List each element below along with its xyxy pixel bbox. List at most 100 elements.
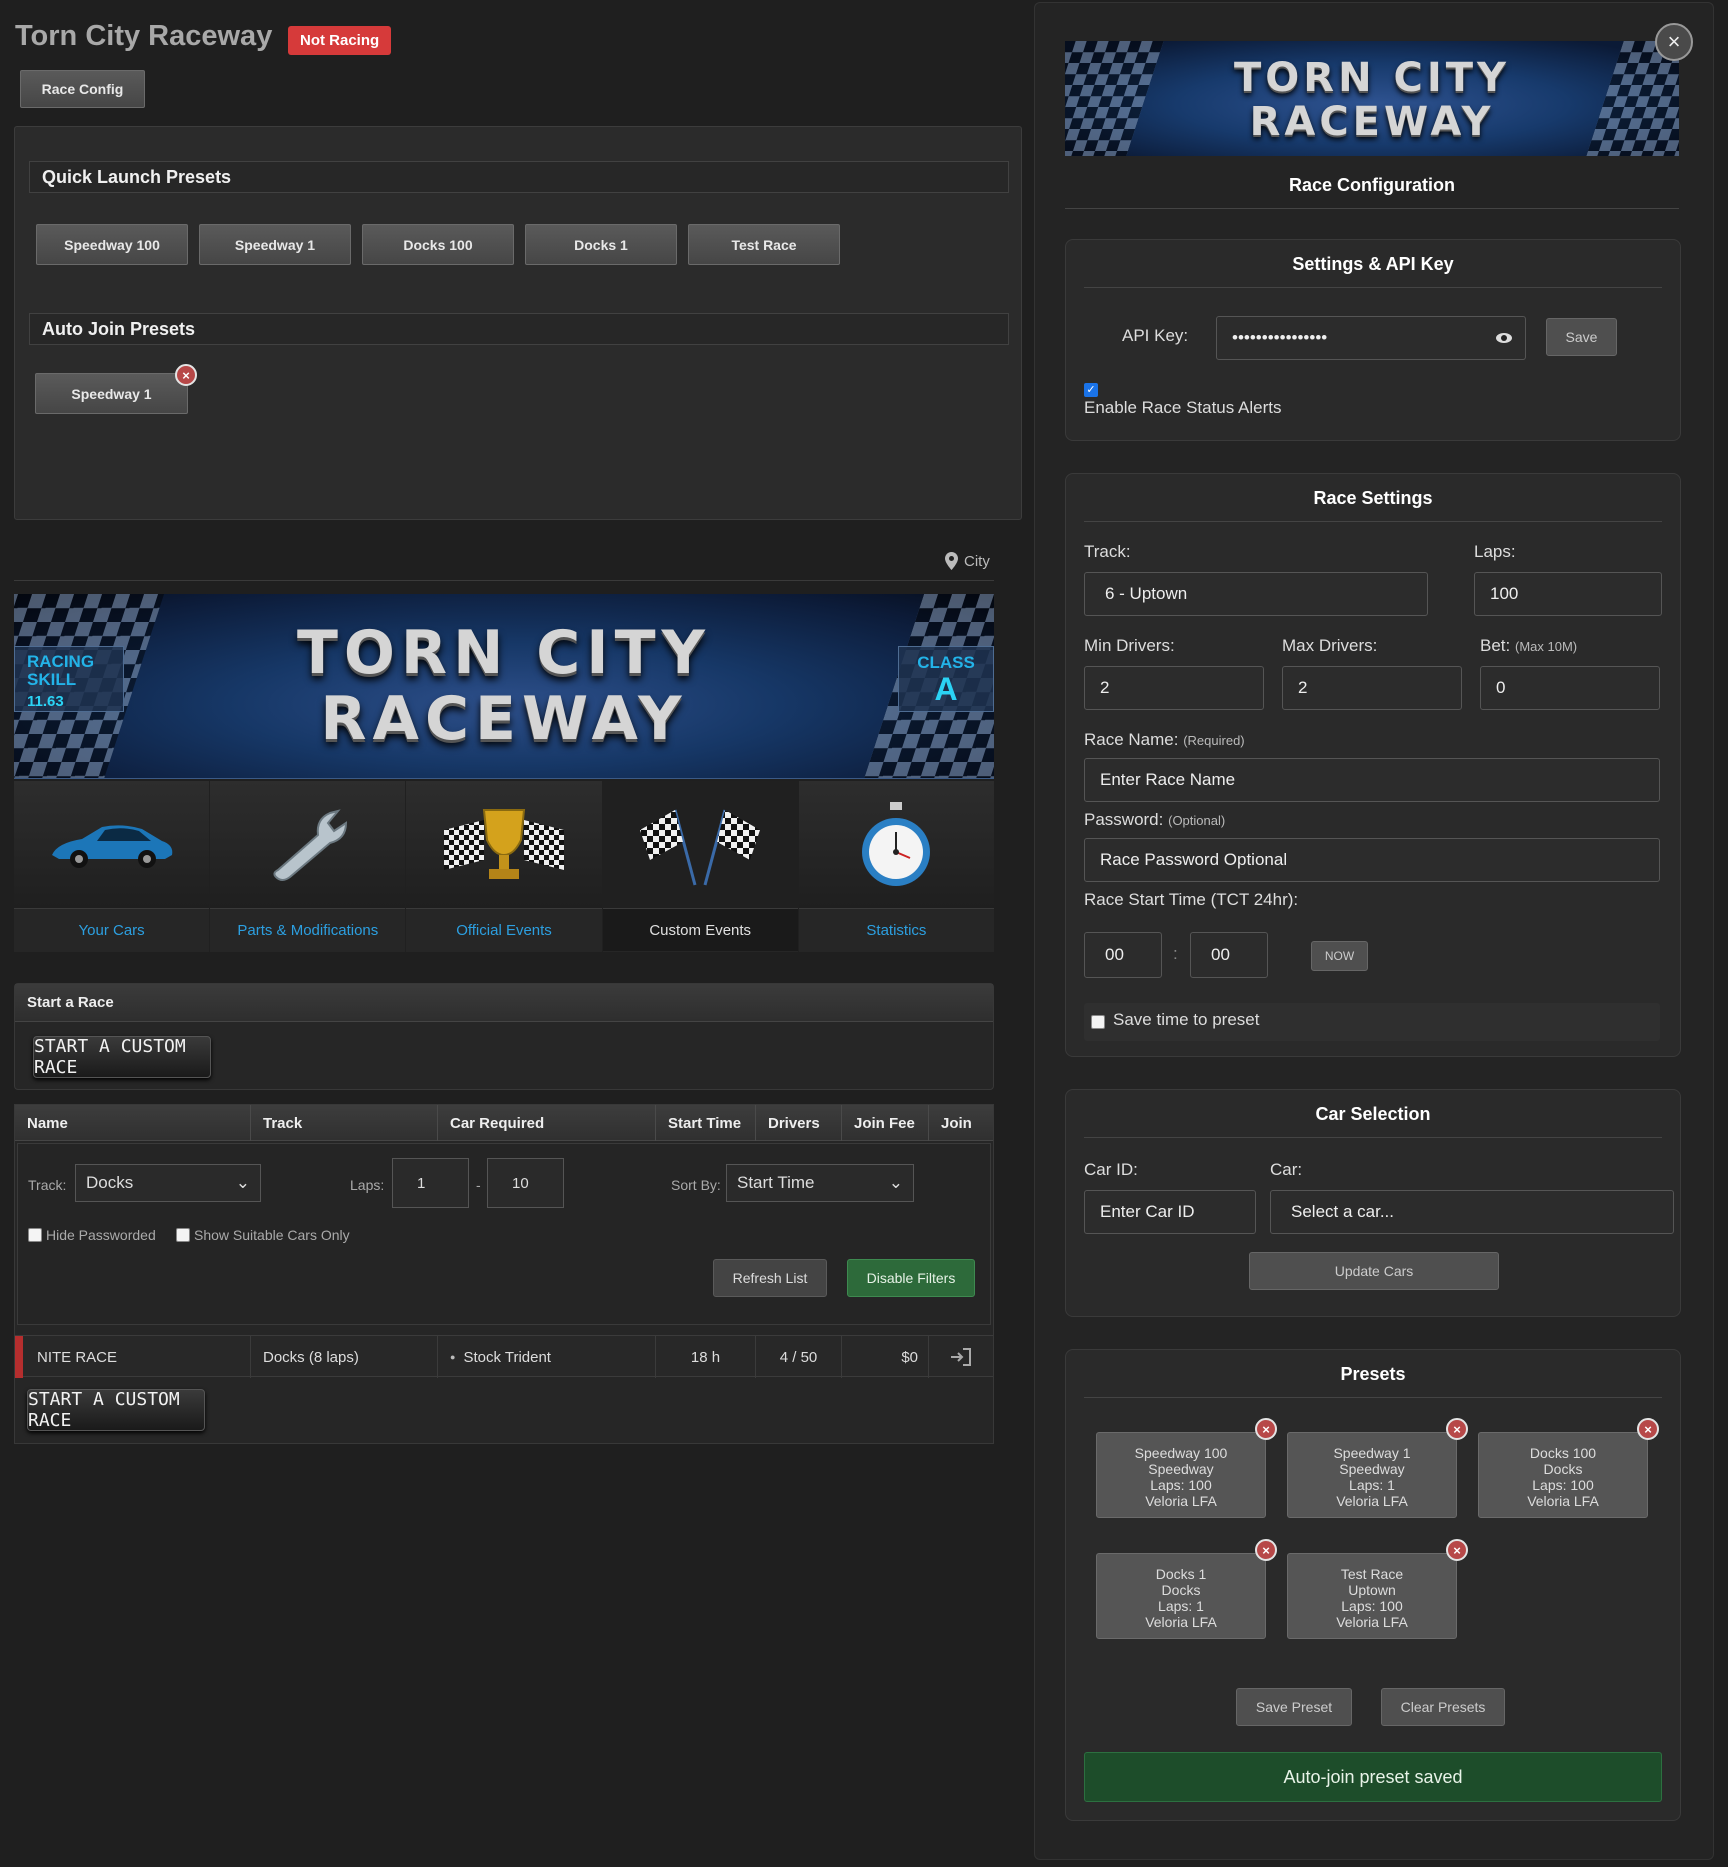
- racing-skill-value: 11.63: [27, 693, 64, 710]
- column-header[interactable]: Start Time: [656, 1105, 756, 1141]
- nav-parts[interactable]: Parts & Modifications: [210, 781, 407, 952]
- start-time-label: Race Start Time (TCT 24hr):: [1084, 890, 1299, 909]
- save-time-label: Save time to preset: [1113, 1010, 1260, 1029]
- car-id-input[interactable]: Enter Car ID: [1084, 1190, 1256, 1234]
- refresh-list-button[interactable]: Refresh List: [713, 1259, 827, 1297]
- password-hint: (Optional): [1168, 813, 1226, 828]
- remove-icon[interactable]: ×: [175, 364, 197, 386]
- race-config-button[interactable]: Race Config: [20, 70, 145, 108]
- password-label-text: Password:: [1084, 810, 1164, 829]
- password-label: Password: (Optional): [1084, 810, 1225, 830]
- track-select[interactable]: 6 - Uptown: [1084, 572, 1428, 616]
- laps-filter-label: Laps:: [350, 1177, 385, 1193]
- checkbox[interactable]: [1091, 1015, 1105, 1029]
- column-header[interactable]: Name: [15, 1105, 251, 1141]
- preset-track: Speedway: [1148, 1461, 1214, 1477]
- suitable-cars-option[interactable]: Show Suitable Cars Only: [176, 1227, 350, 1243]
- quick-launch-button[interactable]: Docks 1: [525, 224, 677, 265]
- save-preset-button[interactable]: Save Preset: [1236, 1688, 1352, 1726]
- start-minute-input[interactable]: 00: [1190, 932, 1268, 978]
- hide-passworded-option[interactable]: Hide Passworded: [28, 1227, 156, 1243]
- panel-banner: TORN CITY RACEWAY: [1065, 41, 1679, 156]
- remove-icon[interactable]: ×: [1255, 1539, 1277, 1561]
- race-car-value: Stock Trident: [463, 1348, 551, 1366]
- nav-your-cars[interactable]: Your Cars: [14, 781, 211, 952]
- table-row[interactable]: NITE RACE Docks (8 laps) ● Stock Trident …: [15, 1335, 993, 1378]
- remove-icon[interactable]: ×: [1446, 1539, 1468, 1561]
- password-input[interactable]: Race Password Optional: [1084, 838, 1660, 882]
- preset-laps: Laps: 1: [1158, 1598, 1204, 1614]
- now-button[interactable]: NOW: [1311, 941, 1368, 971]
- sort-select[interactable]: Start Time ⌄: [726, 1164, 914, 1202]
- track-filter-value: Docks: [86, 1173, 134, 1192]
- chevron-down-icon: ⌄: [888, 1173, 903, 1192]
- bet-label-text: Bet:: [1480, 636, 1511, 655]
- remove-icon[interactable]: ×: [1446, 1418, 1468, 1440]
- column-header[interactable]: Join Fee: [842, 1105, 929, 1141]
- bet-hint: (Max 10M): [1514, 639, 1578, 654]
- start-custom-race-button[interactable]: START A CUSTOM RACE: [27, 1389, 205, 1431]
- join-button[interactable]: [929, 1336, 993, 1378]
- car-icon: [51, 824, 172, 868]
- max-drivers-input[interactable]: 2: [1282, 666, 1462, 710]
- race-name-label-text: Race Name:: [1084, 730, 1179, 749]
- preset-track: Docks: [1161, 1582, 1201, 1598]
- saved-message: Auto-join preset saved: [1084, 1752, 1662, 1802]
- start-custom-race-button[interactable]: START A CUSTOM RACE: [33, 1036, 211, 1078]
- alerts-checkbox[interactable]: ✓: [1084, 380, 1098, 398]
- preset-card[interactable]: Docks 1 Docks Laps: 1 Veloria LFA: [1096, 1553, 1266, 1639]
- preset-name: Docks 1: [1155, 1566, 1207, 1582]
- race-name-input[interactable]: Enter Race Name: [1084, 758, 1660, 802]
- disable-filters-button[interactable]: Disable Filters: [847, 1259, 975, 1297]
- divider: [1065, 208, 1679, 209]
- preset-card[interactable]: Docks 100 Docks Laps: 100 Veloria LFA: [1478, 1432, 1648, 1518]
- min-drivers-label: Min Drivers:: [1084, 636, 1175, 655]
- suitable-cars-label: Show Suitable Cars Only: [194, 1227, 350, 1243]
- car-select[interactable]: Select a car...: [1270, 1190, 1674, 1234]
- column-header[interactable]: Drivers: [756, 1105, 842, 1141]
- column-header[interactable]: Track: [251, 1105, 438, 1141]
- eye-icon[interactable]: [1495, 332, 1513, 344]
- checkbox[interactable]: [176, 1228, 190, 1242]
- min-drivers-input[interactable]: 2: [1084, 666, 1264, 710]
- save-time-row[interactable]: Save time to preset: [1084, 1003, 1660, 1041]
- quick-launch-button[interactable]: Docks 100: [362, 224, 514, 265]
- preset-card[interactable]: Speedway 100 Speedway Laps: 100 Veloria …: [1096, 1432, 1266, 1518]
- update-cars-button[interactable]: Update Cars: [1249, 1252, 1499, 1290]
- laps-max-input[interactable]: 10: [487, 1158, 564, 1208]
- preset-car: Veloria LFA: [1145, 1493, 1217, 1509]
- bet-label: Bet: (Max 10M): [1480, 636, 1577, 656]
- nav-official-events[interactable]: Official Events: [406, 781, 603, 952]
- auto-join-button[interactable]: Speedway 1: [35, 373, 188, 414]
- bet-input[interactable]: 0: [1480, 666, 1660, 710]
- preset-card[interactable]: Test Race Uptown Laps: 100 Veloria LFA: [1287, 1553, 1457, 1639]
- laps-separator: -: [476, 1177, 481, 1193]
- car-selection-heading: Car Selection: [1084, 1104, 1662, 1138]
- preset-name: Speedway 100: [1134, 1445, 1228, 1461]
- preset-card[interactable]: Speedway 1 Speedway Laps: 1 Veloria LFA: [1287, 1432, 1457, 1518]
- quick-launch-button[interactable]: Test Race: [688, 224, 840, 265]
- nav-custom-events[interactable]: Custom Events: [602, 781, 799, 952]
- track-filter-select[interactable]: Docks ⌄: [75, 1164, 261, 1202]
- city-link[interactable]: City: [945, 552, 990, 570]
- time-colon: :: [1173, 944, 1178, 963]
- race-fee: $0: [842, 1336, 929, 1378]
- quick-launch-button[interactable]: Speedway 100: [36, 224, 188, 265]
- close-button[interactable]: ×: [1655, 23, 1693, 61]
- laps-min-input[interactable]: 1: [392, 1158, 469, 1208]
- start-hour-input[interactable]: 00: [1084, 932, 1162, 978]
- remove-icon[interactable]: ×: [1637, 1418, 1659, 1440]
- column-header[interactable]: Car Required: [438, 1105, 656, 1141]
- clear-presets-button[interactable]: Clear Presets: [1381, 1688, 1505, 1726]
- nav-label: Official Events: [456, 921, 552, 939]
- quick-launch-button[interactable]: Speedway 1: [199, 224, 351, 265]
- remove-icon[interactable]: ×: [1255, 1418, 1277, 1440]
- row-marker: [15, 1336, 23, 1378]
- api-key-input[interactable]: ••••••••••••••••: [1216, 316, 1526, 360]
- checkbox[interactable]: [28, 1228, 42, 1242]
- api-save-button[interactable]: Save: [1546, 318, 1617, 356]
- preset-laps: Laps: 100: [1341, 1598, 1403, 1614]
- laps-input[interactable]: 100: [1474, 572, 1662, 616]
- nav-statistics[interactable]: Statistics: [798, 781, 995, 952]
- presets-heading: Presets: [1084, 1364, 1662, 1398]
